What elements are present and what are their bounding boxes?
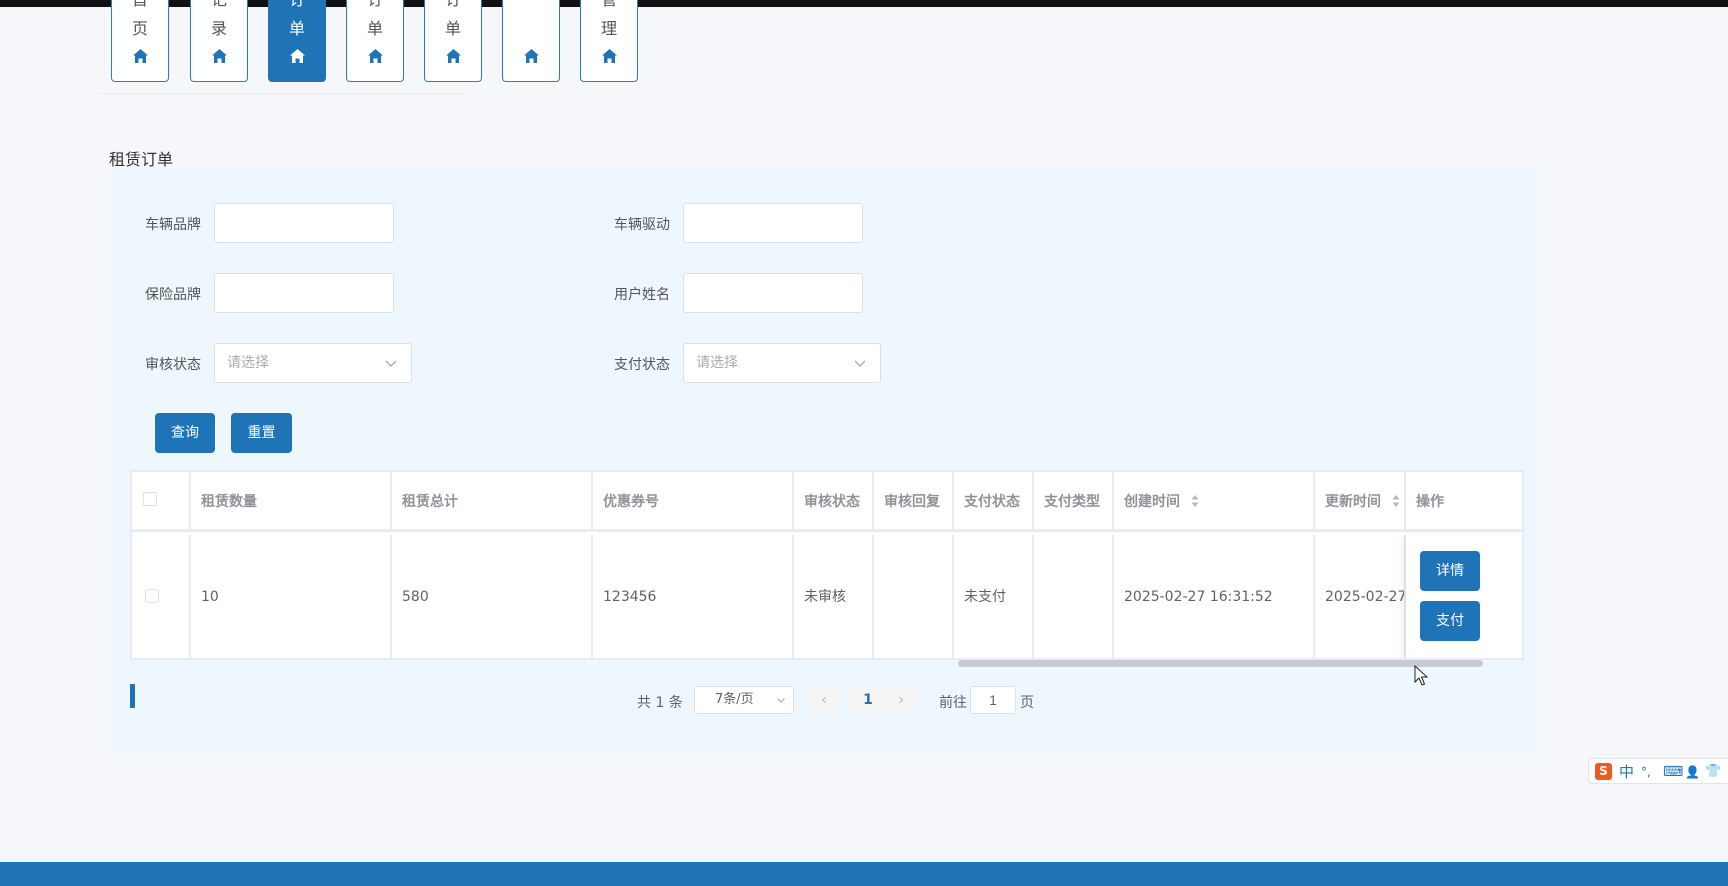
cell-coupon: 123456 — [593, 535, 794, 658]
cell-total: 580 — [392, 535, 593, 658]
header-created-label: 创建时间 — [1124, 494, 1180, 510]
home-icon — [446, 49, 461, 63]
chevron-down-icon — [854, 360, 866, 367]
keyboard-icon[interactable]: ⌨ — [1663, 761, 1683, 783]
nav-tab-text: 页 — [131, 19, 148, 38]
row-checkbox[interactable] — [145, 589, 159, 603]
nav-tab-text: 订 — [425, 0, 481, 12]
pagination-total: 共 1 条 — [637, 695, 683, 711]
username-label: 用户姓名 — [614, 287, 670, 303]
header-audit-reply: 审核回复 — [874, 472, 954, 532]
home-icon — [368, 49, 383, 63]
row-select-cell — [132, 535, 191, 658]
nav-tab-text: 理 — [600, 19, 617, 38]
header-updated-time[interactable]: 更新时间 — [1315, 472, 1406, 532]
home-icon — [212, 49, 227, 63]
goto-label: 前往 — [939, 695, 967, 711]
nav-tab-orders-3[interactable]: 订 单 — [424, 0, 482, 82]
header-select-all — [132, 472, 191, 532]
insurance-input[interactable] — [214, 273, 394, 313]
ime-punctuation-icon[interactable]: °, — [1641, 761, 1651, 783]
next-page-button[interactable]: › — [886, 686, 916, 714]
page-suffix: 页 — [1020, 695, 1034, 711]
skin-icon[interactable]: 👕 — [1705, 761, 1721, 783]
home-icon — [524, 49, 539, 63]
table-scrollbar-thumb[interactable] — [958, 660, 1483, 667]
nav-tab-management[interactable]: 管 理 — [580, 0, 638, 82]
header-quantity: 租赁数量 — [191, 472, 392, 532]
goto-page-input[interactable] — [970, 686, 1016, 714]
detail-button[interactable]: 详情 — [1420, 551, 1480, 591]
audit-status-placeholder: 请选择 — [227, 355, 269, 371]
nav-tab-records[interactable]: 记 录 — [190, 0, 248, 82]
pay-status-placeholder: 请选择 — [696, 355, 738, 371]
cell-audit-reply — [874, 535, 954, 658]
insurance-label: 保险品牌 — [145, 287, 201, 303]
chevron-down-icon — [777, 698, 785, 703]
current-page[interactable]: 1 — [848, 686, 888, 714]
nav-tab-text: 首 — [112, 0, 168, 12]
header-pay-type: 支付类型 — [1034, 472, 1114, 532]
chevron-down-icon — [385, 360, 397, 367]
nav-tab-text: 单 — [444, 19, 461, 38]
pay-status-select[interactable]: 请选择 — [683, 343, 881, 383]
username-input[interactable] — [683, 273, 863, 313]
orders-table: 租赁数量 租赁总计 优惠券号 审核状态 审核回复 支付状态 支付类型 创建时间 … — [130, 470, 1524, 660]
cell-actions: 详情 支付 — [1406, 535, 1522, 658]
header-created-time[interactable]: 创建时间 — [1114, 472, 1315, 532]
home-icon — [290, 49, 305, 63]
cell-pay-type — [1034, 535, 1114, 658]
nav-tab-text: 单 — [366, 19, 383, 38]
cell-quantity: 10 — [191, 535, 392, 658]
home-icon — [133, 49, 148, 63]
sort-icon[interactable] — [1392, 494, 1400, 508]
nav-tab-text: 订 — [347, 0, 403, 12]
brand-input[interactable] — [214, 203, 394, 243]
sort-icon[interactable] — [1191, 494, 1199, 508]
cell-pay-status: 未支付 — [954, 535, 1034, 658]
audit-status-select[interactable]: 请选择 — [214, 343, 412, 383]
nav-tab-blank[interactable] — [502, 0, 560, 82]
nav-tab-orders-2[interactable]: 订 单 — [346, 0, 404, 82]
drive-label: 车辆驱动 — [614, 217, 670, 233]
audit-status-label: 审核状态 — [145, 357, 201, 373]
brand-label: 车辆品牌 — [145, 217, 201, 233]
nav-tab-home[interactable]: 首 页 — [111, 0, 169, 82]
home-icon — [602, 49, 617, 63]
header-total: 租赁总计 — [392, 472, 593, 532]
ime-language-toggle[interactable]: 中 — [1619, 761, 1634, 783]
select-all-checkbox[interactable] — [143, 492, 157, 506]
nav-tab-orders-active[interactable]: 订 单 — [268, 0, 326, 82]
prev-page-button[interactable]: ‹ — [809, 686, 839, 714]
page-size-value: 7条/页 — [715, 692, 754, 707]
reset-button[interactable]: 重置 — [231, 413, 292, 453]
cell-updated-time: 2025-02-27 — [1315, 535, 1406, 658]
page-title: 租赁订单 — [109, 150, 174, 169]
header-pay-status: 支付状态 — [954, 472, 1034, 532]
query-button[interactable]: 查询 — [155, 413, 215, 453]
user-icon[interactable]: 👤 — [1685, 761, 1700, 783]
ime-toolbar[interactable]: S 中 °, ⌨ 👤 👕 — [1588, 758, 1728, 784]
footer-bar — [0, 862, 1728, 886]
pay-status-label: 支付状态 — [614, 357, 670, 373]
nav-tab-text: 订 — [269, 0, 325, 12]
table-header: 租赁数量 租赁总计 优惠券号 审核状态 审核回复 支付状态 支付类型 创建时间 … — [132, 472, 1522, 532]
cell-audit-status: 未审核 — [794, 535, 874, 658]
header-actions: 操作 — [1416, 494, 1444, 510]
header-audit-status: 审核状态 — [794, 472, 874, 532]
header-coupon: 优惠券号 — [593, 472, 794, 532]
top-navigation: 首 页 记 录 订 单 订 单 订 单 管 理 — [100, 0, 638, 94]
cell-created-time: 2025-02-27 16:31:52 — [1114, 535, 1315, 658]
nav-tab-text: 管 — [581, 0, 637, 12]
nav-tab-text: 单 — [288, 19, 305, 38]
nav-tab-text: 录 — [210, 19, 227, 38]
pay-button[interactable]: 支付 — [1420, 601, 1480, 641]
mouse-cursor-icon — [1414, 665, 1428, 686]
drive-input[interactable] — [683, 203, 863, 243]
page-size-select[interactable]: 7条/页 — [694, 686, 794, 714]
nav-tab-text: 记 — [191, 0, 247, 12]
pagination-accent-bar — [130, 684, 135, 708]
ime-logo-icon: S — [1595, 763, 1612, 780]
header-updated-label: 更新时间 — [1325, 494, 1381, 510]
